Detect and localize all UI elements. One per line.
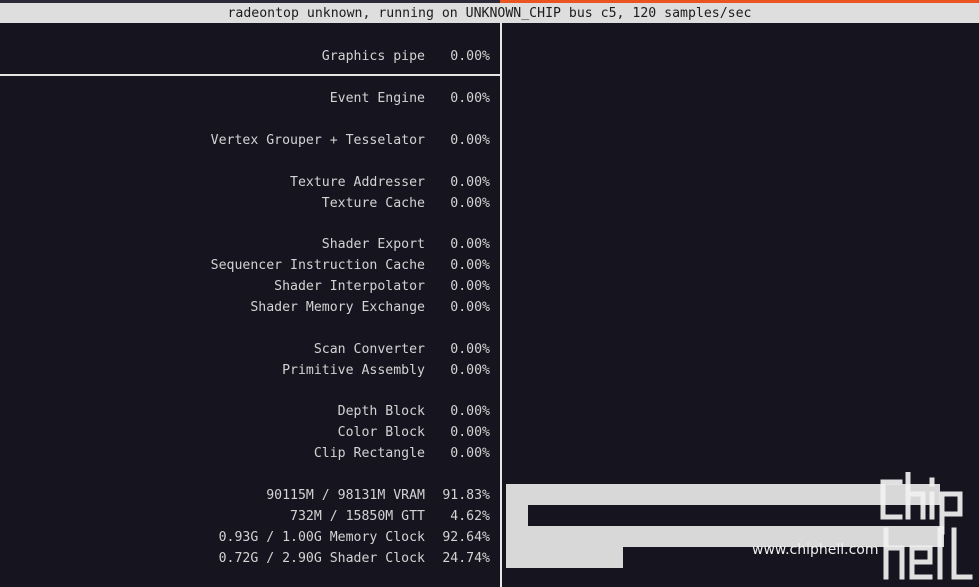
graphics-pipe-divider [0, 74, 500, 76]
stat-row: Clip Rectangle 0.00% [0, 443, 500, 464]
stat-label: 0.93G / 1.00G Memory Clock [218, 530, 425, 545]
stat-label: Depth Block [337, 404, 425, 419]
stat-label: Primitive Assembly [282, 363, 425, 378]
stat-value: 0.00% [450, 446, 490, 461]
stat-label: 732M / 15850M GTT [290, 509, 425, 524]
watermark-text: www.chiphell.com [752, 542, 879, 558]
stat-row: Shader Interpolator 0.00% [0, 276, 500, 297]
stat-label: Texture Addresser [290, 175, 425, 190]
stat-row: Color Block 0.00% [0, 422, 500, 443]
chiphell-logo [880, 472, 973, 580]
stat-row: 90115M / 98131M VRAM 91.83% [0, 485, 500, 506]
stat-value: 0.00% [450, 279, 490, 294]
stat-row: 732M / 15850M GTT 4.62% [0, 506, 500, 527]
usage-bar [506, 547, 623, 568]
stat-label: Shader Interpolator [274, 279, 425, 294]
stat-row: Graphics pipe 0.00% [0, 46, 500, 67]
stat-value: 0.00% [450, 342, 490, 357]
stat-row: 0.93G / 1.00G Memory Clock 92.64% [0, 527, 500, 548]
stat-label: Shader Export [321, 237, 425, 252]
terminal-title-bar: radeontop unknown, running on UNKNOWN_CH… [0, 3, 979, 23]
stat-row: Shader Export 0.00% [0, 234, 500, 255]
stat-value: 0.00% [450, 237, 490, 252]
stat-label: Texture Cache [321, 196, 425, 211]
stat-value: 0.00% [450, 133, 490, 148]
stat-label: Vertex Grouper + Tesselator [210, 133, 425, 148]
stat-label: Shader Memory Exchange [250, 300, 425, 315]
stat-row: 0.72G / 2.90G Shader Clock 24.74% [0, 548, 500, 569]
stat-row: Depth Block 0.00% [0, 401, 500, 422]
stat-label: Color Block [337, 425, 425, 440]
stat-row: Scan Converter 0.00% [0, 339, 500, 360]
stat-row: Event Engine 0.00% [0, 88, 500, 109]
stat-value: 4.62% [450, 509, 490, 524]
stat-value: 0.00% [450, 49, 490, 64]
usage-bar [506, 484, 940, 505]
stat-value: 0.00% [450, 363, 490, 378]
stat-row: Vertex Grouper + Tesselator 0.00% [0, 130, 500, 151]
stat-value: 91.83% [442, 488, 490, 503]
stat-value: 0.00% [450, 175, 490, 190]
stat-label: Clip Rectangle [313, 446, 425, 461]
stat-label: Event Engine [329, 91, 425, 106]
stat-value: 0.00% [450, 300, 490, 315]
stat-label: Graphics pipe [321, 49, 425, 64]
usage-bar [506, 505, 528, 526]
stat-value: 0.00% [450, 196, 490, 211]
stat-row: Primitive Assembly 0.00% [0, 360, 500, 381]
stat-value: 0.00% [450, 258, 490, 273]
column-divider [500, 23, 502, 587]
stat-label: 90115M / 98131M VRAM [266, 488, 425, 503]
stat-label: Sequencer Instruction Cache [210, 258, 425, 273]
stat-row: Shader Memory Exchange 0.00% [0, 297, 500, 318]
stat-row: Texture Addresser 0.00% [0, 172, 500, 193]
stat-label: 0.72G / 2.90G Shader Clock [218, 551, 425, 566]
stat-value: 24.74% [442, 551, 490, 566]
stat-label: Scan Converter [313, 342, 425, 357]
stat-value: 92.64% [442, 530, 490, 545]
stat-row: Sequencer Instruction Cache 0.00% [0, 255, 500, 276]
stat-value: 0.00% [450, 404, 490, 419]
stat-row: Texture Cache 0.00% [0, 193, 500, 214]
stat-value: 0.00% [450, 91, 490, 106]
stat-value: 0.00% [450, 425, 490, 440]
